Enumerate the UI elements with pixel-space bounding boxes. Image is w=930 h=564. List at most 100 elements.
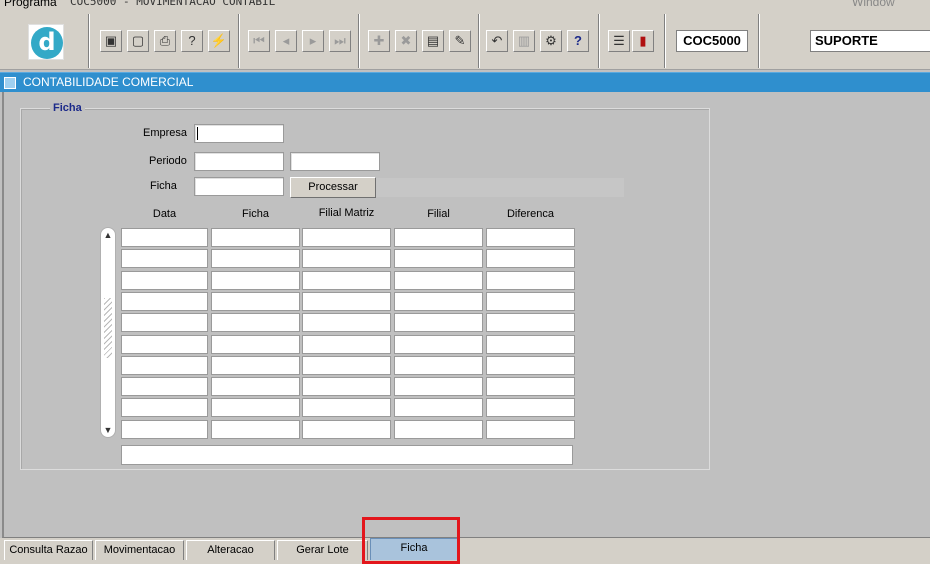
previous-record-button[interactable]: ◂ — [275, 30, 297, 52]
execute-query-button[interactable]: ⚡ — [208, 30, 230, 52]
scroll-down-icon[interactable]: ▼ — [103, 425, 113, 435]
grid-cell-diferenca[interactable] — [486, 334, 575, 354]
grid-cell-ficha[interactable] — [211, 291, 300, 311]
grid-cell-filial[interactable] — [394, 228, 483, 247]
grid-cell-ficha[interactable] — [211, 270, 300, 290]
clipboard-button[interactable]: ▥ — [513, 30, 535, 52]
grid-cell-filial-matriz[interactable] — [302, 313, 391, 333]
grid-cell-filial-matriz[interactable] — [302, 334, 391, 354]
exit-button[interactable]: ▮ — [632, 30, 654, 52]
menu-button[interactable]: ☰ — [608, 30, 630, 52]
clear-record-button[interactable]: ▤ — [422, 30, 444, 52]
grid-cell-ficha[interactable] — [211, 419, 300, 439]
grid-cell-diferenca[interactable] — [486, 249, 575, 269]
ficha-field[interactable] — [194, 177, 284, 196]
help-button[interactable]: ? — [567, 30, 589, 52]
grid-cell-diferenca[interactable] — [486, 419, 575, 439]
empresa-field[interactable] — [194, 124, 284, 143]
grid-cell-filial[interactable] — [394, 249, 483, 269]
grid-cell-ficha[interactable] — [211, 228, 300, 247]
grid-scrollbar[interactable]: ▲ ▼ — [100, 227, 116, 438]
grid-cell-diferenca[interactable] — [486, 270, 575, 290]
tab-alteracao[interactable]: Alteracao — [186, 540, 275, 560]
grid-cell-filial-matriz[interactable] — [302, 398, 391, 418]
logo-d-icon: d — [31, 27, 63, 59]
print-preview-button[interactable]: ▢ — [127, 30, 149, 52]
grid-cell-data[interactable] — [121, 270, 208, 290]
menu-bar: Programa COC5000 - MOVIMENTACAO CONTABIL… — [0, 0, 930, 10]
scroll-up-icon[interactable]: ▲ — [103, 230, 113, 240]
periodo-start-field[interactable] — [194, 152, 284, 171]
save-button[interactable]: ▣ — [100, 30, 122, 52]
menu-icon: ☰ — [613, 33, 625, 48]
tab-gerar-lote[interactable]: Gerar Lote — [277, 540, 368, 560]
grid-cell-data[interactable] — [121, 377, 208, 397]
insert-record-button[interactable]: ✚ — [368, 30, 390, 52]
toolbar-separator — [664, 14, 666, 68]
window-title-bar: CONTABILIDADE COMERCIAL — [0, 72, 930, 92]
grid-cell-data[interactable] — [121, 313, 208, 333]
grid-cell-ficha[interactable] — [211, 355, 300, 375]
grid-cell-filial-matriz[interactable] — [302, 377, 391, 397]
query-icon: ? — [188, 33, 196, 48]
tab-consulta-razao[interactable]: Consulta Razao — [4, 540, 93, 560]
undo-button[interactable]: ↶ — [486, 30, 508, 52]
grid-cell-ficha[interactable] — [211, 334, 300, 354]
grid-cell-data[interactable] — [121, 355, 208, 375]
grid-cell-diferenca[interactable] — [486, 291, 575, 311]
next-record-button[interactable]: ▸ — [302, 30, 324, 52]
toolbar-separator — [358, 14, 360, 68]
grid-cell-ficha[interactable] — [211, 313, 300, 333]
grid-cell-filial-matriz[interactable] — [302, 355, 391, 375]
grid-cell-diferenca[interactable] — [486, 355, 575, 375]
grid-cell-ficha[interactable] — [211, 377, 300, 397]
print-button[interactable]: ⎙ — [154, 30, 176, 52]
grid-cell-data[interactable] — [121, 291, 208, 311]
tools-button[interactable]: ⚙ — [540, 30, 562, 52]
grid-cell-filial-matriz[interactable] — [302, 249, 391, 269]
grid-cell-diferenca[interactable] — [486, 398, 575, 418]
column-header-data: Data — [152, 208, 177, 220]
grid-cell-data[interactable] — [121, 334, 208, 354]
first-record-icon: ⏮ — [253, 33, 265, 48]
grid-cell-filial-matriz[interactable] — [302, 270, 391, 290]
grid-cell-diferenca[interactable] — [486, 313, 575, 333]
column-header-ficha: Ficha — [242, 208, 269, 220]
grid-cell-ficha[interactable] — [211, 398, 300, 418]
periodo-end-field[interactable] — [290, 152, 380, 171]
grid-cell-data[interactable] — [121, 398, 208, 418]
highlight-box — [362, 517, 460, 564]
menu-programa[interactable]: Programa — [4, 0, 57, 9]
footer-total-field[interactable] — [121, 445, 573, 465]
grid-cell-filial[interactable] — [394, 291, 483, 311]
tab-movimentacao[interactable]: Movimentacao — [95, 540, 184, 560]
grid-cell-filial-matriz[interactable] — [302, 228, 391, 247]
grid-cell-filial[interactable] — [394, 334, 483, 354]
grid-cell-filial[interactable] — [394, 270, 483, 290]
grid-cell-diferenca[interactable] — [486, 377, 575, 397]
grid-cell-diferenca[interactable] — [486, 228, 575, 247]
grid-cell-filial[interactable] — [394, 398, 483, 418]
menu-window[interactable]: Window — [852, 0, 895, 9]
query-button[interactable]: ? — [181, 30, 203, 52]
grid-cell-filial[interactable] — [394, 377, 483, 397]
clipboard-icon: ▥ — [517, 33, 531, 48]
grid-cell-filial[interactable] — [394, 313, 483, 333]
grid-cell-filial-matriz[interactable] — [302, 291, 391, 311]
grid-cell-filial[interactable] — [394, 419, 483, 439]
grid-cell-filial[interactable] — [394, 355, 483, 375]
processar-button[interactable]: Processar — [290, 177, 376, 198]
grid-cell-data[interactable] — [121, 419, 208, 439]
grid-cell-filial-matriz[interactable] — [302, 419, 391, 439]
scroll-grip[interactable] — [104, 298, 112, 358]
save-icon: ▣ — [104, 33, 118, 48]
edit-button[interactable]: ✎ — [449, 30, 471, 52]
grid-cell-ficha[interactable] — [211, 249, 300, 269]
edit-icon: ✎ — [454, 33, 466, 48]
grid-cell-data[interactable] — [121, 228, 208, 247]
program-code: COC5000 — [676, 30, 748, 52]
grid-cell-data[interactable] — [121, 249, 208, 269]
last-record-button[interactable]: ⏭ — [329, 30, 351, 52]
first-record-button[interactable]: ⏮ — [248, 30, 270, 52]
delete-record-button[interactable]: ✖ — [395, 30, 417, 52]
